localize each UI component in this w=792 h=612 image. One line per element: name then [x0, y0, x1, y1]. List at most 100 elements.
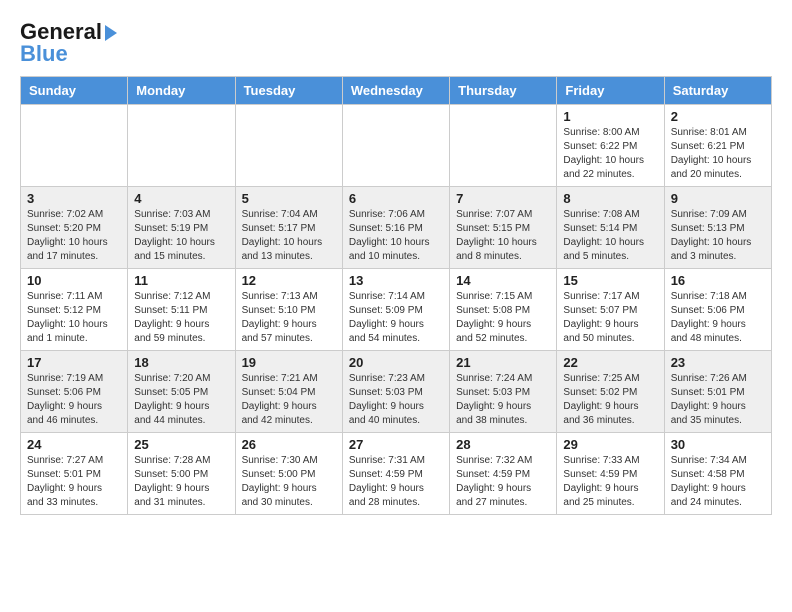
day-info: Sunrise: 7:06 AMSunset: 5:16 PMDaylight:… — [349, 208, 443, 264]
day-number: 19 — [242, 355, 336, 370]
calendar-cell — [450, 105, 557, 187]
calendar-cell: 14 Sunrise: 7:15 AMSunset: 5:08 PMDayligh… — [450, 269, 557, 351]
calendar-cell: 8 Sunrise: 7:08 AMSunset: 5:14 PMDaylight… — [557, 187, 664, 269]
calendar-cell — [342, 105, 449, 187]
day-number: 25 — [134, 437, 228, 452]
logo: General Blue — [20, 20, 117, 66]
day-info: Sunrise: 7:14 AMSunset: 5:09 PMDaylight:… — [349, 290, 443, 346]
day-number: 16 — [671, 273, 765, 288]
day-number: 3 — [27, 191, 121, 206]
calendar-week-row: 24 Sunrise: 7:27 AMSunset: 5:01 PMDayligh… — [21, 433, 772, 515]
day-number: 15 — [563, 273, 657, 288]
calendar-cell: 19 Sunrise: 7:21 AMSunset: 5:04 PMDayligh… — [235, 351, 342, 433]
day-info: Sunrise: 8:00 AMSunset: 6:22 PMDaylight:… — [563, 126, 657, 182]
day-number: 21 — [456, 355, 550, 370]
calendar-cell: 5 Sunrise: 7:04 AMSunset: 5:17 PMDaylight… — [235, 187, 342, 269]
calendar-cell: 11Sunrise: 7:12 AMSunset: 5:11 PMDayligh… — [128, 269, 235, 351]
page-header: General Blue — [20, 20, 772, 66]
calendar-week-row: 17 Sunrise: 7:19 AMSunset: 5:06 PMDayligh… — [21, 351, 772, 433]
day-number: 7 — [456, 191, 550, 206]
calendar-cell: 16 Sunrise: 7:18 AMSunset: 5:06 PMDayligh… — [664, 269, 771, 351]
day-info: Sunrise: 7:07 AMSunset: 5:15 PMDaylight:… — [456, 208, 550, 264]
day-info: Sunrise: 7:27 AMSunset: 5:01 PMDaylight:… — [27, 454, 121, 510]
day-number: 13 — [349, 273, 443, 288]
day-number: 29 — [563, 437, 657, 452]
day-number: 20 — [349, 355, 443, 370]
day-number: 5 — [242, 191, 336, 206]
day-number: 30 — [671, 437, 765, 452]
day-number: 22 — [563, 355, 657, 370]
calendar-table: SundayMondayTuesdayWednesdayThursdayFrid… — [20, 76, 772, 515]
calendar-cell: 4 Sunrise: 7:03 AMSunset: 5:19 PMDaylight… — [128, 187, 235, 269]
day-info: Sunrise: 7:18 AMSunset: 5:06 PMDaylight:… — [671, 290, 765, 346]
day-number: 2 — [671, 109, 765, 124]
day-info: Sunrise: 7:24 AMSunset: 5:03 PMDaylight:… — [456, 372, 550, 428]
day-info: Sunrise: 7:17 AMSunset: 5:07 PMDaylight:… — [563, 290, 657, 346]
calendar-header-row: SundayMondayTuesdayWednesdayThursdayFrid… — [21, 77, 772, 105]
calendar-cell: 20 Sunrise: 7:23 AMSunset: 5:03 PMDayligh… — [342, 351, 449, 433]
calendar-header-thursday: Thursday — [450, 77, 557, 105]
day-number: 24 — [27, 437, 121, 452]
calendar-cell: 13 Sunrise: 7:14 AMSunset: 5:09 PMDayligh… — [342, 269, 449, 351]
day-info: Sunrise: 7:09 AMSunset: 5:13 PMDaylight:… — [671, 208, 765, 264]
day-info: Sunrise: 7:33 AMSunset: 4:59 PMDaylight:… — [563, 454, 657, 510]
calendar-cell: 7 Sunrise: 7:07 AMSunset: 5:15 PMDaylight… — [450, 187, 557, 269]
day-info: Sunrise: 7:08 AMSunset: 5:14 PMDaylight:… — [563, 208, 657, 264]
day-info: Sunrise: 7:32 AMSunset: 4:59 PMDaylight:… — [456, 454, 550, 510]
calendar-cell: 3Sunrise: 7:02 AMSunset: 5:20 PMDaylight… — [21, 187, 128, 269]
day-number: 1 — [563, 109, 657, 124]
calendar-cell: 21 Sunrise: 7:24 AMSunset: 5:03 PMDayligh… — [450, 351, 557, 433]
day-info: Sunrise: 7:31 AMSunset: 4:59 PMDaylight:… — [349, 454, 443, 510]
calendar-cell: 12 Sunrise: 7:13 AMSunset: 5:10 PMDayligh… — [235, 269, 342, 351]
day-info: Sunrise: 7:03 AMSunset: 5:19 PMDaylight:… — [134, 208, 228, 264]
day-number: 9 — [671, 191, 765, 206]
calendar-cell: 1 Sunrise: 8:00 AMSunset: 6:22 PMDaylight… — [557, 105, 664, 187]
calendar-cell: 22 Sunrise: 7:25 AMSunset: 5:02 PMDayligh… — [557, 351, 664, 433]
calendar-cell: 23 Sunrise: 7:26 AMSunset: 5:01 PMDayligh… — [664, 351, 771, 433]
day-info: Sunrise: 7:21 AMSunset: 5:04 PMDaylight:… — [242, 372, 336, 428]
calendar-week-row: 10Sunrise: 7:11 AMSunset: 5:12 PMDayligh… — [21, 269, 772, 351]
day-number: 18 — [134, 355, 228, 370]
day-info: Sunrise: 7:20 AMSunset: 5:05 PMDaylight:… — [134, 372, 228, 428]
calendar-cell: 27 Sunrise: 7:31 AMSunset: 4:59 PMDayligh… — [342, 433, 449, 515]
day-info: Sunrise: 7:19 AMSunset: 5:06 PMDaylight:… — [27, 372, 121, 428]
day-info: Sunrise: 8:01 AMSunset: 6:21 PMDaylight:… — [671, 126, 765, 182]
calendar-cell: 24 Sunrise: 7:27 AMSunset: 5:01 PMDayligh… — [21, 433, 128, 515]
calendar-cell: 10Sunrise: 7:11 AMSunset: 5:12 PMDayligh… — [21, 269, 128, 351]
day-number: 23 — [671, 355, 765, 370]
calendar-cell: 25 Sunrise: 7:28 AMSunset: 5:00 PMDayligh… — [128, 433, 235, 515]
day-info: Sunrise: 7:30 AMSunset: 5:00 PMDaylight:… — [242, 454, 336, 510]
day-info: Sunrise: 7:26 AMSunset: 5:01 PMDaylight:… — [671, 372, 765, 428]
calendar-cell — [235, 105, 342, 187]
calendar-header-monday: Monday — [128, 77, 235, 105]
logo-blue: Blue — [20, 42, 68, 66]
day-info: Sunrise: 7:25 AMSunset: 5:02 PMDaylight:… — [563, 372, 657, 428]
day-number: 8 — [563, 191, 657, 206]
day-number: 14 — [456, 273, 550, 288]
day-number: 27 — [349, 437, 443, 452]
calendar-cell: 2 Sunrise: 8:01 AMSunset: 6:21 PMDaylight… — [664, 105, 771, 187]
calendar-cell: 6 Sunrise: 7:06 AMSunset: 5:16 PMDaylight… — [342, 187, 449, 269]
day-number: 28 — [456, 437, 550, 452]
calendar-week-row: 1 Sunrise: 8:00 AMSunset: 6:22 PMDaylight… — [21, 105, 772, 187]
day-number: 12 — [242, 273, 336, 288]
day-number: 4 — [134, 191, 228, 206]
calendar-cell: 18 Sunrise: 7:20 AMSunset: 5:05 PMDayligh… — [128, 351, 235, 433]
calendar-header-wednesday: Wednesday — [342, 77, 449, 105]
calendar-cell — [21, 105, 128, 187]
calendar-cell: 15 Sunrise: 7:17 AMSunset: 5:07 PMDayligh… — [557, 269, 664, 351]
day-info: Sunrise: 7:13 AMSunset: 5:10 PMDaylight:… — [242, 290, 336, 346]
calendar-cell: 9 Sunrise: 7:09 AMSunset: 5:13 PMDaylight… — [664, 187, 771, 269]
day-info: Sunrise: 7:04 AMSunset: 5:17 PMDaylight:… — [242, 208, 336, 264]
day-info: Sunrise: 7:34 AMSunset: 4:58 PMDaylight:… — [671, 454, 765, 510]
day-info: Sunrise: 7:28 AMSunset: 5:00 PMDaylight:… — [134, 454, 228, 510]
day-number: 6 — [349, 191, 443, 206]
day-info: Sunrise: 7:11 AMSunset: 5:12 PMDaylight:… — [27, 290, 121, 346]
day-number: 17 — [27, 355, 121, 370]
calendar-cell: 30 Sunrise: 7:34 AMSunset: 4:58 PMDayligh… — [664, 433, 771, 515]
day-info: Sunrise: 7:15 AMSunset: 5:08 PMDaylight:… — [456, 290, 550, 346]
day-number: 26 — [242, 437, 336, 452]
calendar-cell: 26 Sunrise: 7:30 AMSunset: 5:00 PMDayligh… — [235, 433, 342, 515]
calendar-header-sunday: Sunday — [21, 77, 128, 105]
day-info: Sunrise: 7:23 AMSunset: 5:03 PMDaylight:… — [349, 372, 443, 428]
